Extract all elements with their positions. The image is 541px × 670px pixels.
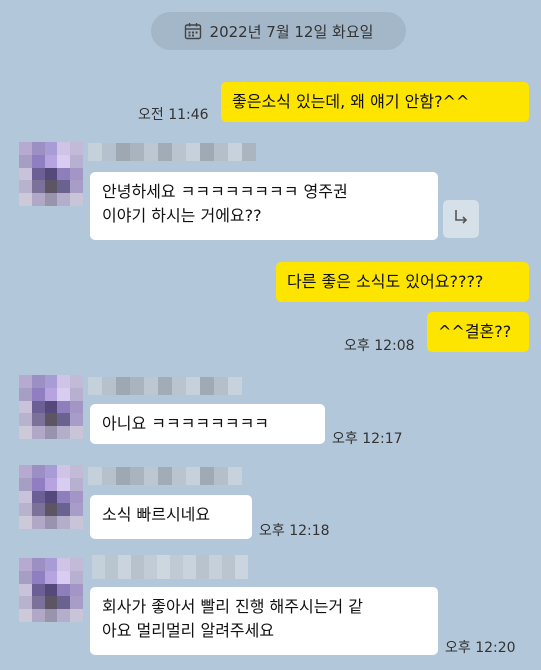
message-time: 오후 12:20 <box>445 640 516 656</box>
message-line: 안녕하세요 ㅋㅋㅋㅋㅋㅋㅋㅋ 영주권 <box>102 182 348 201</box>
message-line: 이야기 하시는 거에요?? <box>102 206 262 225</box>
message-time: 오후 12:08 <box>344 338 415 354</box>
sender-name-blurred <box>88 143 256 161</box>
my-message-bubble[interactable]: ^^결혼?? <box>427 312 529 352</box>
sender-name-blurred <box>92 555 248 579</box>
profile-avatar[interactable] <box>19 375 83 439</box>
message-time: 오전 11:46 <box>138 107 209 123</box>
their-message-bubble[interactable]: 소식 빠르시네요 <box>90 495 252 539</box>
their-message-bubble[interactable]: 안녕하세요 ㅋㅋㅋㅋㅋㅋㅋㅋ 영주권 이야기 하시는 거에요?? <box>90 172 438 240</box>
date-divider: 2022년 7월 12일 화요일 <box>151 12 406 50</box>
sender-name-blurred <box>88 467 242 485</box>
profile-avatar[interactable] <box>19 465 83 529</box>
share-button[interactable] <box>443 200 479 238</box>
date-label: 2022년 7월 12일 화요일 <box>209 22 374 41</box>
message-time: 오후 12:17 <box>332 431 403 447</box>
my-message-bubble[interactable]: 좋은소식 있는데, 왜 얘기 안함?^^ <box>221 82 529 122</box>
their-message-bubble[interactable]: 회사가 좋아서 빨리 진행 해주시는거 같 아요 멀리멀리 알려주세요 <box>90 587 438 655</box>
message-line: 회사가 좋아서 빨리 진행 해주시는거 같 <box>102 597 363 616</box>
my-message-bubble[interactable]: 다른 좋은 소식도 있어요???? <box>276 262 529 302</box>
profile-avatar[interactable] <box>19 558 83 622</box>
profile-avatar[interactable] <box>19 142 83 206</box>
sender-name-blurred <box>88 377 242 395</box>
their-message-bubble[interactable]: 아니요 ㅋㅋㅋㅋㅋㅋㅋㅋ <box>90 404 325 444</box>
message-line: 아요 멀리멀리 알려주세요 <box>102 621 275 640</box>
share-arrow-icon <box>452 208 470 230</box>
calendar-icon <box>184 22 202 40</box>
message-time: 오후 12:18 <box>259 523 330 539</box>
